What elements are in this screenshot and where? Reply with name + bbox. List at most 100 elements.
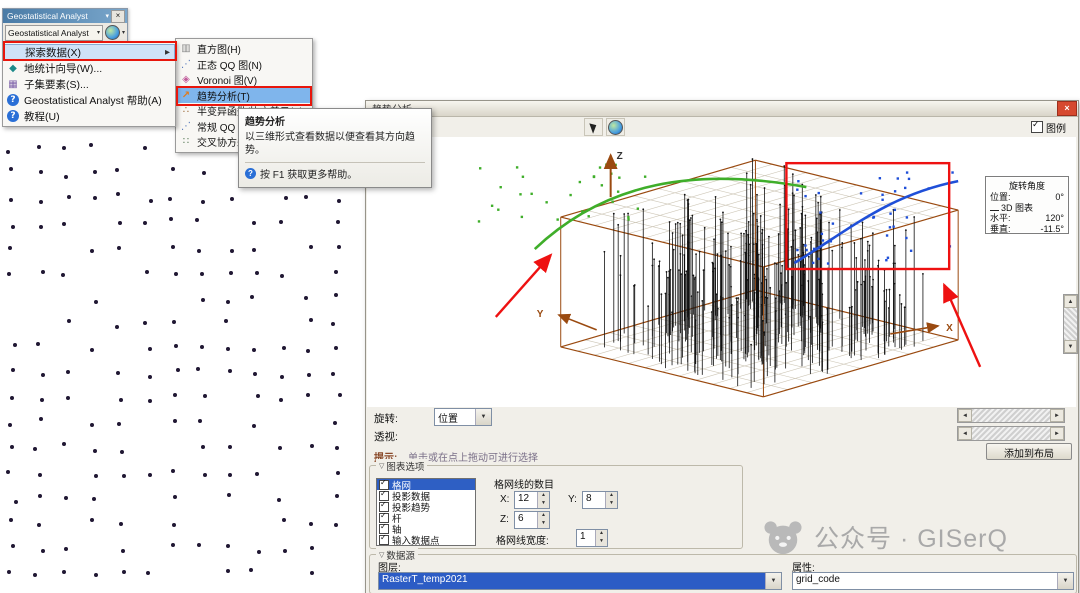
menu-item-label: 探索数据(X)	[25, 45, 81, 60]
data-point	[10, 396, 14, 400]
legend-checkbox[interactable]: ✓ 图例	[1031, 120, 1066, 135]
menu-item-trend-analysis[interactable]: ↗趋势分析(T)	[176, 88, 312, 104]
data-point	[41, 373, 45, 377]
pointer-tool-icon[interactable]	[584, 118, 603, 136]
chevron-down-icon[interactable]: ▼	[1057, 573, 1073, 589]
data-point	[310, 444, 314, 448]
menu-item-normal-qq-plot[interactable]: ⋰正态 QQ 图(N)	[176, 57, 312, 73]
data-point	[226, 544, 230, 548]
slider-left-icon[interactable]: ◄	[958, 409, 972, 422]
chevron-down-icon[interactable]: ▾	[105, 12, 109, 20]
data-point	[116, 192, 120, 196]
menu-item-histogram[interactable]: ▥直方图(H)	[176, 41, 312, 57]
data-point	[280, 375, 284, 379]
toolbar-title: Geostatistical Analyst	[7, 11, 103, 21]
globe-icon[interactable]	[606, 118, 625, 136]
data-point	[198, 419, 202, 423]
chevron-down-icon[interactable]: ▾	[122, 29, 125, 36]
data-point	[41, 549, 45, 553]
data-point	[171, 469, 175, 473]
data-point	[280, 274, 284, 278]
perspective-slider[interactable]: ◄►	[957, 426, 1065, 441]
collapse-arrow-icon[interactable]: ▽	[379, 551, 384, 559]
toolbar-close-button[interactable]: ×	[111, 10, 125, 23]
spin-down-icon: ▼	[538, 520, 549, 528]
menu-item-geostatistical-wizard[interactable]: ◆地统计向导(W)...	[3, 60, 175, 76]
data-point	[250, 295, 254, 299]
data-point	[33, 447, 37, 451]
dialog-close-button[interactable]: ×	[1057, 101, 1077, 116]
data-point	[62, 442, 66, 446]
data-point	[252, 424, 256, 428]
data-point	[171, 543, 175, 547]
menu-item-geostatistical-analyst-help[interactable]: ?Geostatistical Analyst 帮助(A)	[3, 92, 175, 108]
trend-plot-area[interactable]: ZXY 旋转角度 位置:0°3D 图表水平:120°垂直:-11.5°	[367, 137, 1076, 407]
chart-options-list[interactable]: ✓格网✓投影数据✓投影趋势✓杆✓轴✓输入数据点	[376, 478, 476, 546]
legend-title: 旋转角度	[986, 177, 1068, 192]
attribute-dropdown[interactable]: grid_code ▼	[792, 572, 1074, 590]
data-point	[334, 523, 338, 527]
slider-down-icon[interactable]: ▼	[1064, 340, 1077, 353]
spin-up-icon: ▲	[606, 492, 617, 500]
data-point	[174, 272, 178, 276]
x-gridlines-spinner[interactable]: 12 ▲▼	[514, 491, 550, 509]
data-point	[252, 248, 256, 252]
trend-3d-plot[interactable]: ZXY	[367, 137, 1076, 407]
data-point	[93, 170, 97, 174]
tooltip-title: 趋势分析	[245, 113, 425, 128]
menu-item-subset-features[interactable]: ▦子集要素(S)...	[3, 76, 175, 92]
data-point	[148, 399, 152, 403]
slider-right-icon[interactable]: ►	[1050, 409, 1064, 422]
data-point	[117, 246, 121, 250]
vertical-rotation-slider[interactable]: ▲▼	[1063, 294, 1078, 354]
data-point	[171, 245, 175, 249]
data-point	[148, 473, 152, 477]
spin-down-icon: ▼	[538, 500, 549, 508]
data-point	[90, 249, 94, 253]
chevron-down-icon[interactable]: ▼	[765, 573, 781, 589]
data-point	[67, 195, 71, 199]
rotate-mode-dropdown[interactable]: 位置 ▼	[434, 408, 492, 426]
data-point	[66, 396, 70, 400]
collapse-arrow-icon[interactable]: ▽	[379, 462, 384, 470]
menu-item-label: 直方图(H)	[197, 41, 241, 56]
layer-dropdown[interactable]: RasterT_temp2021 ▼	[378, 572, 782, 590]
dialog-titlebar[interactable]: 趋势分析 ×	[366, 101, 1078, 117]
add-to-layout-button[interactable]: 添加到布局	[986, 443, 1072, 460]
menu-item-tutorial[interactable]: ?教程(U)	[3, 108, 175, 124]
trend-analysis-tooltip: 趋势分析 以三维形式查看数据以便查看其方向趋势。 ? 按 F1 获取更多帮助。	[238, 108, 432, 188]
data-point	[11, 544, 15, 548]
data-point	[61, 273, 65, 277]
watermark: 公众号 · GISerQ	[762, 518, 1008, 556]
data-point	[228, 473, 232, 477]
chart-option-输入数据点[interactable]: ✓输入数据点	[377, 534, 475, 545]
globe-tool-icon[interactable]	[105, 25, 120, 40]
menu-item-explore-data[interactable]: 探索数据(X)▶	[3, 44, 175, 60]
data-point	[197, 249, 201, 253]
data-point	[11, 225, 15, 229]
slider-left-icon[interactable]: ◄	[958, 427, 972, 440]
data-point	[253, 372, 257, 376]
data-point	[203, 473, 207, 477]
data-point	[230, 197, 234, 201]
menu-item-voronoi-map[interactable]: ◈Voronoi 图(V)	[176, 72, 312, 88]
z-gridlines-spinner[interactable]: 6 ▲▼	[514, 511, 550, 529]
toolbar-titlebar[interactable]: Geostatistical Analyst ▾ ×	[3, 9, 127, 23]
data-point	[122, 474, 126, 478]
data-point	[338, 393, 342, 397]
data-point	[279, 398, 283, 402]
data-point	[230, 249, 234, 253]
geostatistical-analyst-menu-button[interactable]: Geostatistical Analyst ▾	[5, 25, 103, 41]
y-gridlines-spinner[interactable]: 8 ▲▼	[582, 491, 618, 509]
slider-up-icon[interactable]: ▲	[1064, 295, 1077, 308]
data-point	[306, 349, 310, 353]
data-point	[176, 368, 180, 372]
data-point	[120, 450, 124, 454]
data-point	[168, 197, 172, 201]
histogram-icon: ▥	[178, 42, 194, 55]
chevron-down-icon[interactable]: ▼	[475, 409, 491, 425]
gridline-width-spinner[interactable]: 1 ▲▼	[576, 529, 608, 547]
slider-right-icon[interactable]: ►	[1050, 427, 1064, 440]
rotation-slider[interactable]: ◄►	[957, 408, 1065, 423]
data-point	[201, 298, 205, 302]
